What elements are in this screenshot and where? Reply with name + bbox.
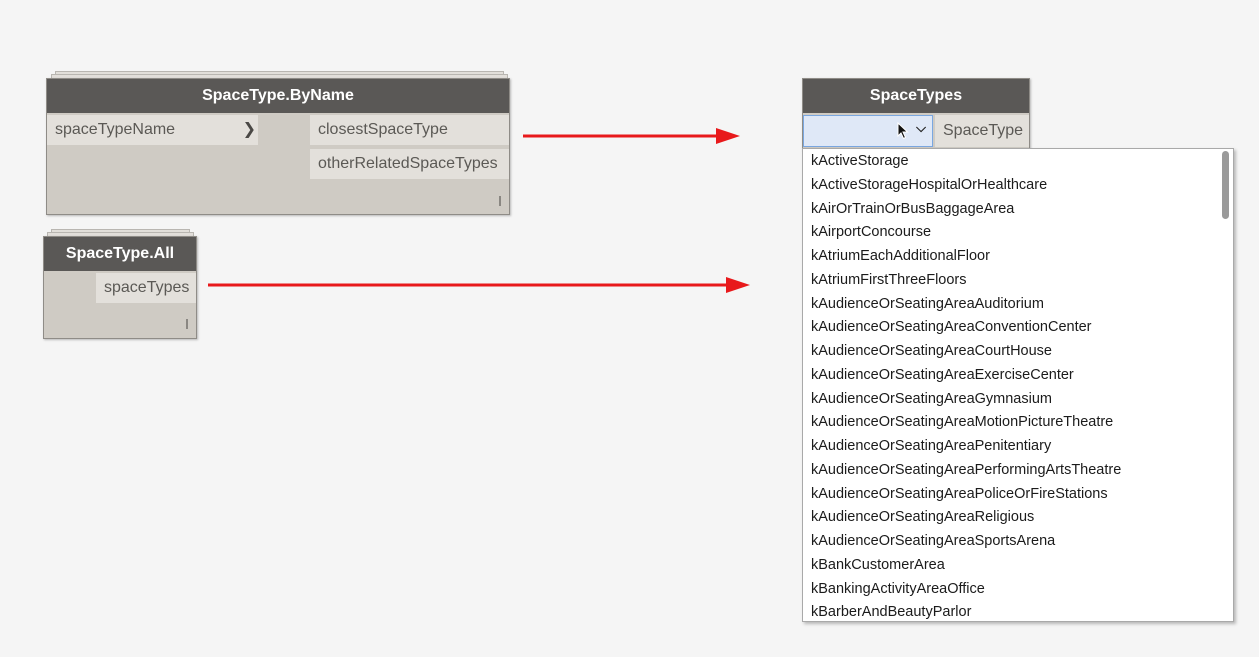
annotation-arrows [208,128,750,293]
arrow-all-to-spacetypes [208,277,750,293]
arrow-byname-to-spacetypes [523,128,740,144]
